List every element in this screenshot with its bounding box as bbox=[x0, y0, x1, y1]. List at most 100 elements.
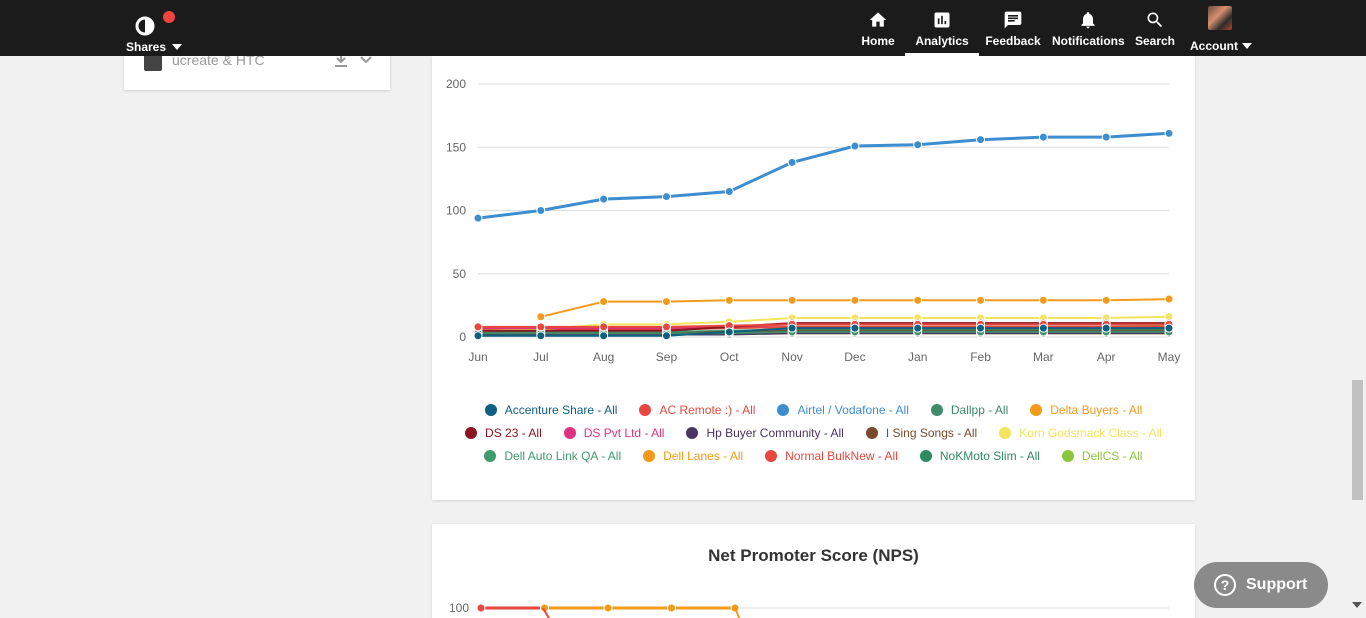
scrollbar-track[interactable] bbox=[1349, 56, 1366, 618]
nav-feedback[interactable]: Feedback bbox=[985, 0, 1041, 56]
y-tick-label: 0 bbox=[459, 330, 466, 344]
data-point[interactable] bbox=[536, 312, 546, 322]
data-point[interactable] bbox=[473, 331, 483, 341]
legend-label: I Sing Songs - All bbox=[885, 426, 978, 440]
data-point[interactable] bbox=[1038, 132, 1048, 142]
legend-item[interactable]: Dell Auto Link QA - All bbox=[484, 446, 621, 466]
legend-item[interactable]: Dell Lanes - All bbox=[643, 446, 743, 466]
x-tick-label: Jul bbox=[533, 350, 548, 364]
legend-item[interactable]: DS 23 - All bbox=[465, 423, 542, 443]
data-point[interactable] bbox=[787, 323, 797, 333]
y-tick-label: 200 bbox=[446, 77, 466, 91]
data-point[interactable] bbox=[724, 295, 734, 305]
data-point[interactable] bbox=[787, 295, 797, 305]
nav-home-label: Home bbox=[861, 34, 895, 48]
legend-swatch bbox=[484, 450, 497, 462]
account-label: Account bbox=[1190, 39, 1238, 53]
shares-menu[interactable]: Shares bbox=[124, 8, 184, 54]
data-point[interactable] bbox=[476, 603, 486, 613]
legend-item[interactable]: Hp Buyer Community - All bbox=[686, 423, 844, 443]
x-tick-label: Mar bbox=[1033, 350, 1054, 364]
data-point[interactable] bbox=[536, 322, 546, 332]
data-point[interactable] bbox=[1038, 295, 1048, 305]
data-point[interactable] bbox=[976, 323, 986, 333]
series-line[interactable] bbox=[477, 131, 1170, 220]
legend-item[interactable]: Dallpp - All bbox=[930, 400, 1008, 420]
legend-label: DellCS - All bbox=[1081, 449, 1143, 463]
data-point[interactable] bbox=[661, 192, 671, 202]
account-menu[interactable]: Account bbox=[1190, 0, 1252, 56]
data-point[interactable] bbox=[913, 323, 923, 333]
data-point[interactable] bbox=[599, 297, 609, 307]
legend-label: Dell Lanes - All bbox=[663, 449, 744, 463]
legend-swatch bbox=[1061, 450, 1074, 462]
data-point[interactable] bbox=[1101, 323, 1111, 333]
data-point[interactable] bbox=[1101, 295, 1111, 305]
legend-row: DS 23 - All DS Pvt Ltd - All Hp Buyer Comm… bbox=[432, 423, 1195, 443]
data-point[interactable] bbox=[1164, 128, 1174, 138]
data-point[interactable] bbox=[724, 187, 734, 197]
x-tick-label: Feb bbox=[970, 350, 991, 364]
legend-item[interactable]: Airtel / Vodafone - All bbox=[777, 400, 909, 420]
data-point[interactable] bbox=[661, 297, 671, 307]
data-point[interactable] bbox=[473, 322, 483, 332]
data-point[interactable] bbox=[1038, 323, 1048, 333]
data-point[interactable] bbox=[603, 603, 613, 613]
legend-item[interactable]: AC Remote :) - All bbox=[639, 400, 755, 420]
help-circle-icon: ? bbox=[1214, 574, 1236, 596]
nav-feedback-label: Feedback bbox=[985, 34, 1041, 48]
data-point[interactable] bbox=[536, 206, 546, 215]
legend-label: Airtel / Vodafone - All bbox=[797, 403, 909, 417]
legend-item[interactable]: Korn Godsmack Class - All bbox=[999, 423, 1162, 443]
legend-swatch bbox=[777, 404, 790, 416]
nav-home[interactable]: Home bbox=[856, 0, 900, 56]
data-point[interactable] bbox=[976, 295, 986, 305]
data-point[interactable] bbox=[599, 331, 609, 341]
legend-item[interactable]: NoKMoto Slim - All bbox=[919, 446, 1040, 466]
data-point[interactable] bbox=[599, 194, 609, 204]
data-point[interactable] bbox=[473, 213, 483, 223]
data-point[interactable] bbox=[599, 322, 609, 332]
data-point[interactable] bbox=[661, 322, 671, 332]
data-point[interactable] bbox=[850, 141, 860, 151]
nav-notifications[interactable]: Notifications bbox=[1052, 0, 1125, 56]
data-point[interactable] bbox=[850, 323, 860, 333]
data-point[interactable] bbox=[1164, 294, 1174, 304]
y-tick-label: 100 bbox=[446, 204, 466, 218]
legend-item[interactable]: DS Pvt Ltd - All bbox=[563, 423, 664, 443]
data-point[interactable] bbox=[913, 140, 923, 150]
data-point[interactable] bbox=[536, 331, 546, 341]
caret-down-icon bbox=[1242, 43, 1252, 49]
nav-search-label: Search bbox=[1134, 34, 1176, 48]
legend-row: Accenture Share - All AC Remote :) - All A… bbox=[432, 400, 1195, 420]
data-point[interactable] bbox=[850, 295, 860, 305]
support-button[interactable]: ? Support bbox=[1194, 562, 1328, 608]
legend-swatch bbox=[484, 404, 497, 416]
audience-growth-chart-card: 0 50 100 150 200 Jun Jul Aug Sep Oct Nov Dec Jan Feb M… bbox=[432, 56, 1195, 500]
y-tick-label: 50 bbox=[453, 267, 467, 281]
data-point[interactable] bbox=[724, 327, 734, 337]
legend-swatch bbox=[643, 450, 656, 462]
legend-label: Normal BulkNew - All bbox=[785, 449, 898, 463]
data-point[interactable] bbox=[1101, 132, 1111, 142]
legend-label: Delta Buyers - All bbox=[1050, 403, 1143, 417]
scrollbar-thumb[interactable] bbox=[1352, 380, 1363, 500]
legend-item[interactable]: DellCS - All bbox=[1061, 446, 1143, 466]
nav-search[interactable]: Search bbox=[1134, 0, 1176, 56]
legend-label: NoKMoto Slim - All bbox=[939, 449, 1040, 463]
legend-item[interactable]: I Sing Songs - All bbox=[865, 423, 978, 443]
legend-item[interactable]: Accenture Share - All bbox=[484, 400, 617, 420]
legend-item[interactable]: Delta Buyers - All bbox=[1030, 400, 1142, 420]
legend-item[interactable]: Normal BulkNew - All bbox=[765, 446, 898, 466]
data-point[interactable] bbox=[661, 331, 671, 341]
data-point[interactable] bbox=[787, 157, 797, 167]
scroll-down-arrow-icon[interactable] bbox=[1352, 602, 1362, 608]
top-navigation-bar: Shares Home Analytics Feedback Notificat… bbox=[0, 0, 1366, 56]
data-point[interactable] bbox=[667, 603, 676, 613]
legend-swatch bbox=[999, 427, 1012, 439]
nav-analytics[interactable]: Analytics bbox=[905, 0, 979, 56]
legend-swatch bbox=[919, 450, 932, 462]
data-point[interactable] bbox=[976, 135, 986, 145]
data-point[interactable] bbox=[1164, 323, 1174, 333]
data-point[interactable] bbox=[913, 295, 923, 305]
